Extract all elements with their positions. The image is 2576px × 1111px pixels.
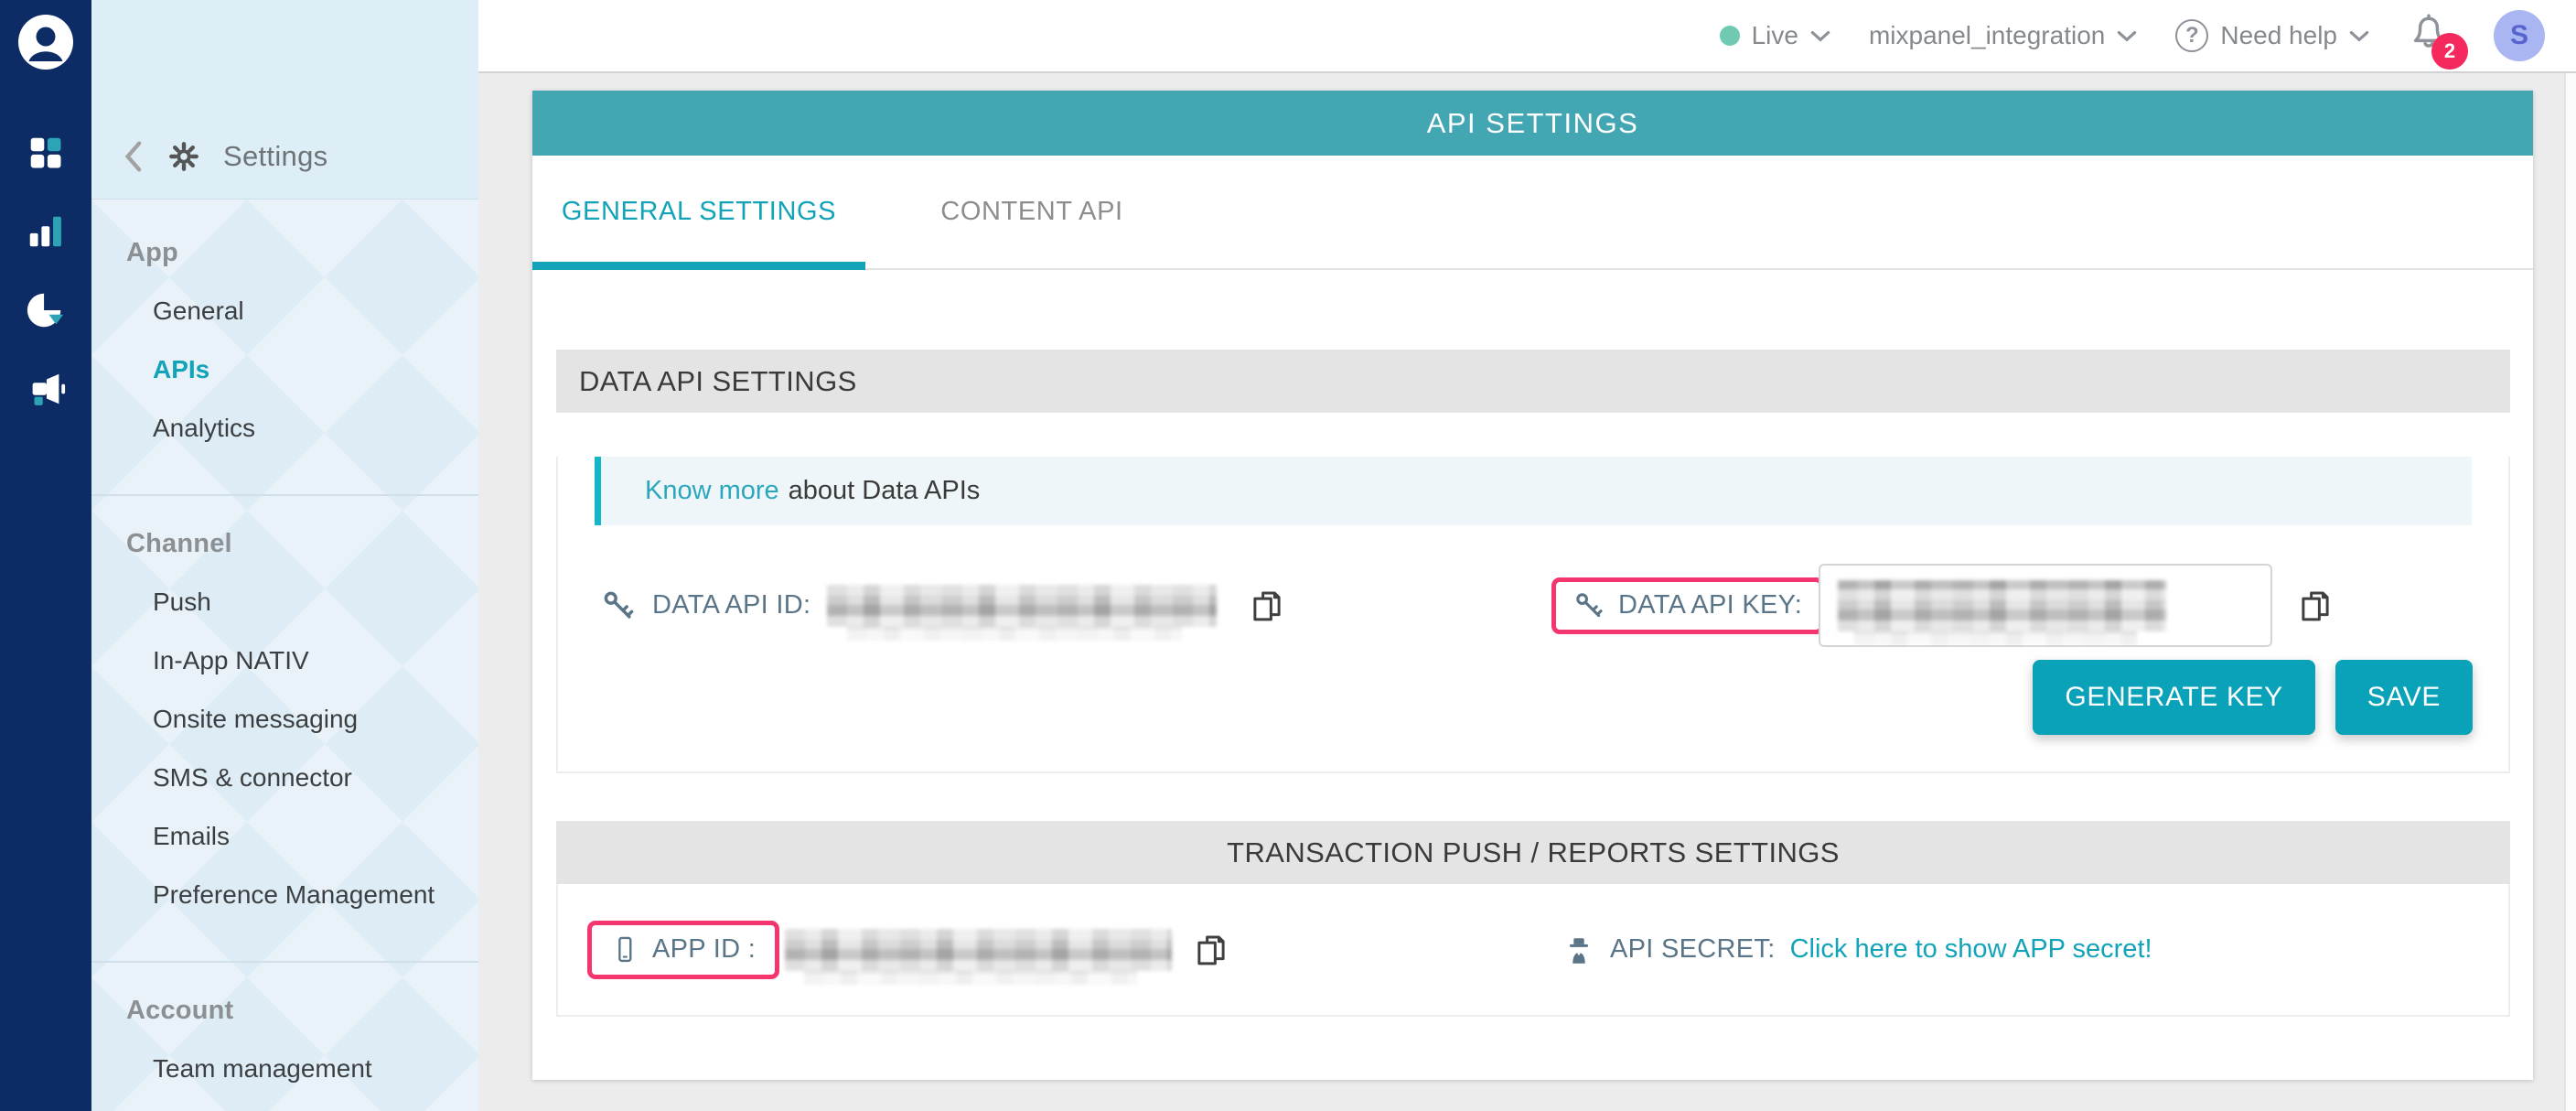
sidebar-group-account: Account Team management Billing <box>91 961 478 1111</box>
settings-sidebar: Settings App General APIs Analytics Chan… <box>91 0 478 1111</box>
rail-nav <box>25 132 67 410</box>
sidebar-item-apis[interactable]: APIs <box>91 340 478 399</box>
gear-icon <box>168 141 199 172</box>
app-id-label: APP ID : <box>652 934 756 965</box>
sidebar-group-app: App General APIs Analytics <box>91 212 478 494</box>
moengage-logo-icon[interactable] <box>16 13 75 71</box>
sidebar-item-inapp-nativ[interactable]: In-App NATIV <box>91 631 478 690</box>
back-chevron-icon[interactable] <box>121 140 145 173</box>
know-more-banner: Know more about Data APIs <box>595 457 2472 525</box>
data-api-key-label: DATA API KEY: <box>1618 590 1802 620</box>
spy-icon <box>1562 933 1595 967</box>
environment-dropdown[interactable]: Live <box>1720 21 1830 50</box>
sidebar-item-sms-connector[interactable]: SMS & connector <box>91 749 478 807</box>
avatar[interactable]: S <box>2494 10 2545 61</box>
main-area: Live mixpanel_integration Need help 2 <box>478 0 2576 1111</box>
question-circle-icon <box>2175 19 2208 52</box>
key-icon <box>1573 590 1605 621</box>
redacted-app-id <box>785 929 1172 971</box>
project-name: mixpanel_integration <box>1869 21 2105 50</box>
show-app-secret-link[interactable]: Click here to show APP secret! <box>1790 934 2152 965</box>
mobile-icon <box>611 934 639 965</box>
sidebar-item-preference-management[interactable]: Preference Management <box>91 866 478 924</box>
data-api-settings-section: DATA API SETTINGS Know more about Data A… <box>556 350 2510 773</box>
redacted-data-api-key <box>1838 580 2166 631</box>
sidebar-item-analytics[interactable]: Analytics <box>91 399 478 458</box>
data-api-key-field: DATA API KEY: <box>1551 564 2334 647</box>
live-status-dot <box>1720 26 1740 46</box>
sidebar-item-onsite-messaging[interactable]: Onsite messaging <box>91 690 478 749</box>
sidebar-item-billing[interactable]: Billing <box>91 1098 478 1111</box>
settings-sidebar-body: App General APIs Analytics Channel Push … <box>91 200 478 1111</box>
section-title: DATA API SETTINGS <box>556 350 2510 413</box>
card-banner-title: API SETTINGS <box>532 91 2533 156</box>
group-label: Channel <box>91 514 478 573</box>
chevron-down-icon <box>1810 30 1830 42</box>
notification-badge: 2 <box>2431 33 2468 70</box>
copy-icon[interactable] <box>1192 931 1230 969</box>
api-id-key-row: DATA API ID: <box>558 564 2508 647</box>
section-title: TRANSACTION PUSH / REPORTS SETTINGS <box>556 821 2510 884</box>
data-api-key-input[interactable] <box>1819 564 2272 647</box>
data-api-id-label: DATA API ID: <box>652 590 810 620</box>
sidebar-item-emails[interactable]: Emails <box>91 807 478 866</box>
copy-icon[interactable] <box>1248 587 1286 625</box>
scrollbar-track[interactable] <box>2564 73 2576 1111</box>
generate-key-button[interactable]: GENERATE KEY <box>2033 660 2314 735</box>
environment-label: Live <box>1752 21 1798 50</box>
group-label: Account <box>91 981 478 1040</box>
topbar: Live mixpanel_integration Need help 2 <box>478 0 2576 73</box>
primary-nav-rail <box>0 0 91 1111</box>
api-settings-card: API SETTINGS GENERAL SETTINGS CONTENT AP… <box>532 91 2533 1080</box>
sidebar-item-push[interactable]: Push <box>91 573 478 631</box>
tab-general-settings[interactable]: GENERAL SETTINGS <box>532 156 865 268</box>
sidebar-title: Settings <box>223 140 327 173</box>
data-api-id-field: DATA API ID: <box>601 585 1286 627</box>
pie-chart-icon[interactable] <box>25 289 67 331</box>
transaction-push-section: TRANSACTION PUSH / REPORTS SETTINGS APP … <box>556 821 2510 1017</box>
app-id-highlight: APP ID : <box>587 921 779 979</box>
data-api-key-highlight: DATA API KEY: <box>1551 577 1824 634</box>
notifications-button[interactable]: 2 <box>2408 13 2450 59</box>
need-help-dropdown[interactable]: Need help <box>2175 19 2369 52</box>
group-label: App <box>91 223 478 282</box>
tab-bar: GENERAL SETTINGS CONTENT API <box>532 156 2533 270</box>
key-icon <box>601 588 636 623</box>
tab-content-api[interactable]: CONTENT API <box>865 156 1198 268</box>
chevron-down-icon <box>2117 30 2137 42</box>
app-screen: Settings App General APIs Analytics Chan… <box>0 0 2576 1111</box>
grid-dashboard-icon[interactable] <box>25 132 67 174</box>
need-help-label: Need help <box>2220 21 2337 50</box>
settings-sidebar-header: Settings <box>91 0 478 200</box>
bar-chart-icon[interactable] <box>25 210 67 253</box>
sidebar-item-general[interactable]: General <box>91 282 478 340</box>
know-more-link[interactable]: Know more <box>645 476 779 506</box>
api-secret-label: API SECRET: <box>1610 934 1776 965</box>
project-dropdown[interactable]: mixpanel_integration <box>1869 21 2137 50</box>
buttons-row: GENERATE KEY SAVE <box>558 660 2508 771</box>
api-secret-field: API SECRET: Click here to show APP secre… <box>1562 933 2152 967</box>
chevron-down-icon <box>2349 30 2369 42</box>
megaphone-icon[interactable] <box>25 368 67 410</box>
sidebar-item-team-management[interactable]: Team management <box>91 1040 478 1098</box>
app-id-field: APP ID : <box>587 921 1230 979</box>
copy-icon[interactable] <box>2296 587 2334 625</box>
sidebar-group-channel: Channel Push In-App NATIV Onsite messagi… <box>91 494 478 961</box>
know-more-text: about Data APIs <box>789 476 981 506</box>
redacted-data-api-id <box>827 585 1217 627</box>
app-id-secret-row: APP ID : <box>558 884 2508 1015</box>
save-button[interactable]: SAVE <box>2335 660 2473 735</box>
